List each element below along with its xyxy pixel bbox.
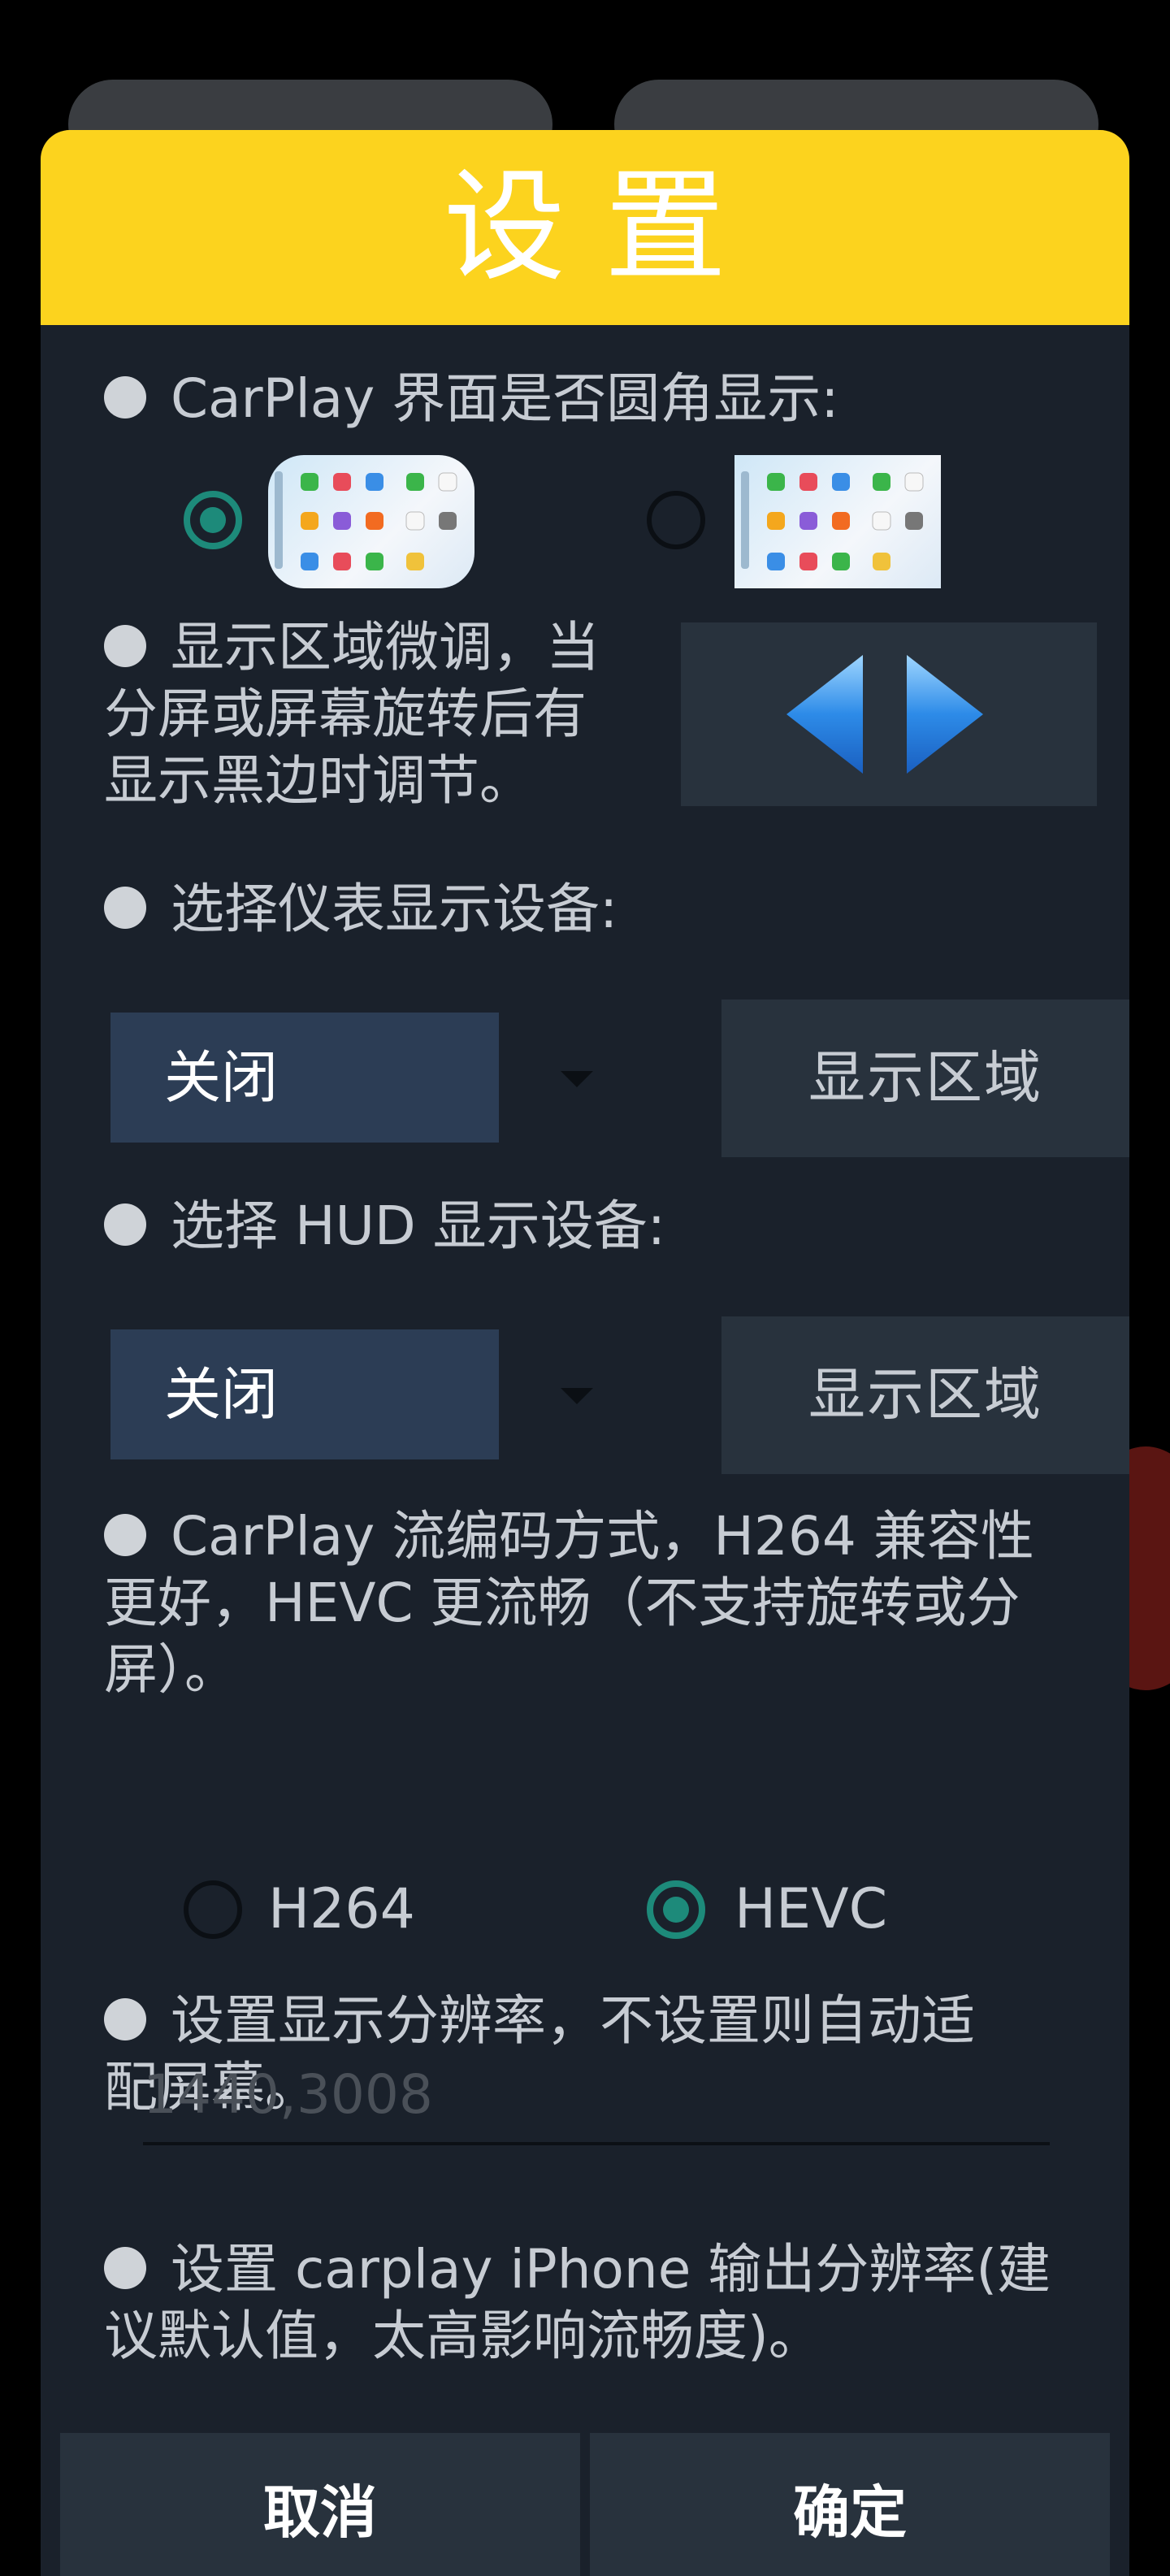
bullet-dot-icon (104, 2246, 146, 2289)
dialog-header: 设置 (41, 130, 1129, 325)
instrument-label: 选择仪表显示设备: (104, 876, 618, 943)
radio-codec-h264[interactable] (184, 1880, 242, 1939)
bullet-dot-icon (104, 886, 146, 929)
bullet-dot-icon (104, 1997, 146, 2040)
bullet-dot-icon (104, 375, 146, 418)
hud-display-area-button[interactable]: 显示区域 (722, 1316, 1129, 1474)
dialog-title: 设置 (443, 157, 765, 298)
fine-tune-arrows-button[interactable] (681, 622, 1097, 806)
chevron-down-icon[interactable] (561, 1071, 593, 1087)
codec-h264-label[interactable]: H264 (268, 1877, 415, 1942)
app-grid-icon (741, 471, 924, 570)
codec-hevc-label[interactable]: HEVC (734, 1877, 887, 1942)
left-right-arrow-icon (786, 655, 983, 774)
fine-tune-label: 显示区域微调，当 分屏或屏幕旋转后有 显示黑边时调节。 (104, 616, 600, 812)
hud-device-select[interactable]: 关闭 (110, 1329, 499, 1459)
cancel-button[interactable]: 取消 (60, 2433, 580, 2576)
hud-label: 选择 HUD 显示设备: (104, 1193, 665, 1260)
resolution-input[interactable] (143, 2046, 1050, 2142)
bullet-dot-icon (104, 624, 146, 667)
radio-codec-hevc[interactable] (647, 1880, 705, 1939)
codec-label: CarPlay 流编码方式，H264 兼容性 更好，HEVC 更流畅（不支持旋转… (104, 1505, 1034, 1701)
bullet-dot-icon (104, 1513, 146, 1556)
radio-rounded-yes[interactable] (184, 491, 242, 549)
chevron-down-icon[interactable] (561, 1388, 593, 1404)
carplay-square-preview[interactable] (734, 455, 941, 588)
iphone-resolution-label: 设置 carplay iPhone 输出分辨率(建 议默认值，太高影响流畅度)。 (104, 2238, 1051, 2367)
app-grid-icon (275, 471, 457, 570)
settings-dialog: 设置 CarPlay 界面是否圆角显示: 显示区域微调，当 分屏或屏幕旋转后有 … (41, 130, 1129, 2576)
rounded-corner-label: CarPlay 界面是否圆角显示: (104, 366, 839, 432)
bullet-dot-icon (104, 1203, 146, 1246)
confirm-button[interactable]: 确定 (590, 2433, 1110, 2576)
instrument-device-select[interactable]: 关闭 (110, 1013, 499, 1143)
resolution-input-wrapper (143, 2046, 1050, 2145)
instrument-display-area-button[interactable]: 显示区域 (722, 1000, 1129, 1157)
carplay-rounded-preview[interactable] (268, 455, 474, 588)
radio-rounded-no[interactable] (647, 491, 705, 549)
